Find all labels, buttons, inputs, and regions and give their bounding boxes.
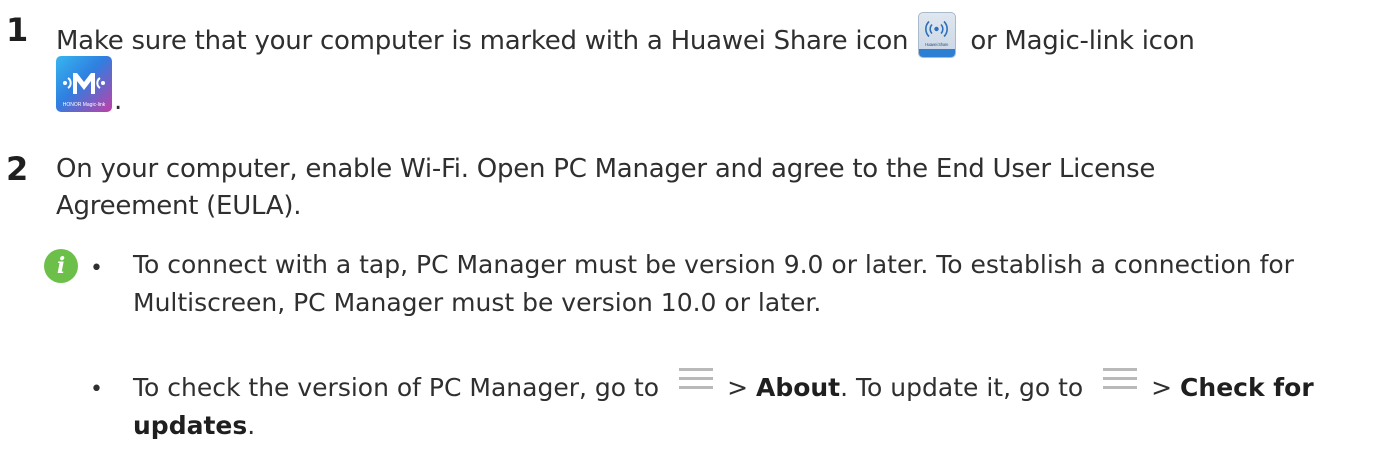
- note-item: To connect with a tap, PC Manager must b…: [133, 250, 1294, 317]
- menu-icon: [1103, 368, 1138, 390]
- step-number: 2: [6, 150, 29, 188]
- step-1-text-middle: or Magic-link icon: [970, 26, 1195, 56]
- note-text: To check the version of PC Manager, go t…: [133, 373, 660, 402]
- info-icon: i: [44, 249, 78, 283]
- note-text: . To update it, go to: [840, 373, 1084, 402]
- step-1-text-before: Make sure that your computer is marked w…: [56, 26, 909, 56]
- step-number: 1: [6, 11, 29, 49]
- step-text: On your computer, enable Wi-Fi. Open PC …: [56, 154, 1156, 221]
- magic-link-icon-label: HONOR Magic-link: [63, 102, 106, 108]
- huawei-share-icon: Huawei Share: [918, 12, 957, 58]
- bullet-dot: •: [90, 256, 103, 281]
- note-text: .: [247, 411, 256, 440]
- menu-icon: [679, 368, 714, 390]
- bullet-dot: •: [90, 377, 103, 402]
- note-item: To check the version of PC Manager, go t…: [133, 368, 1371, 445]
- huawei-share-icon-label: Huawei Share: [925, 42, 949, 47]
- step-1-period: .: [114, 86, 123, 116]
- about-label: About: [755, 373, 841, 402]
- magic-link-icon: HONOR Magic-link: [56, 56, 112, 112]
- step-text: Make sure that your computer is marked w…: [56, 12, 1377, 60]
